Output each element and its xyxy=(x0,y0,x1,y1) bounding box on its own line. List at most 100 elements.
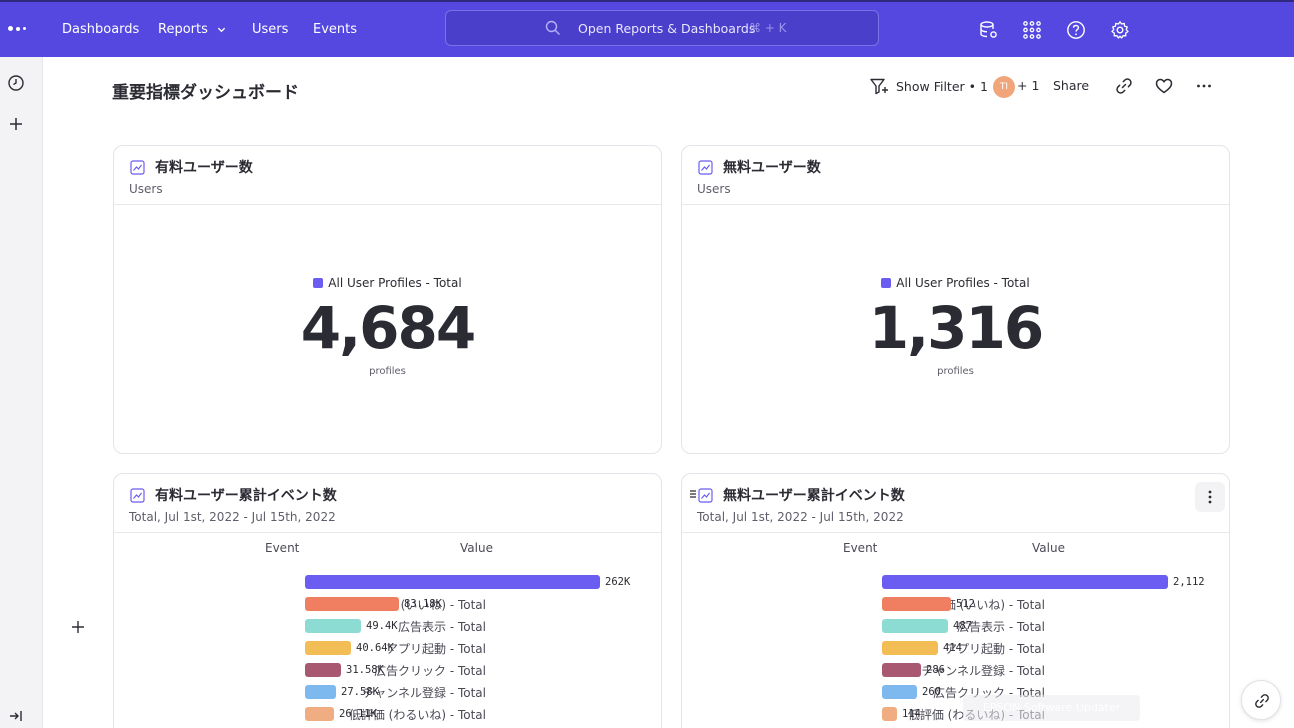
value-label: 114 xyxy=(902,708,921,720)
free-users-card[interactable]: 無料ユーザー数 Users All User Profiles - Total … xyxy=(681,145,1230,454)
left-rail xyxy=(0,57,43,728)
add-icon[interactable] xyxy=(7,115,25,133)
value-bar xyxy=(305,641,351,655)
table-row[interactable]: アプリ起動 - Total 40.64K xyxy=(114,639,661,657)
card-title[interactable]: 無料ユーザー数 xyxy=(723,157,821,177)
table-row[interactable]: アプリ起動 - Total 414 xyxy=(682,639,1229,657)
apps-grid-icon[interactable] xyxy=(1022,20,1042,40)
table-row[interactable]: 低評価 (わるいね) - Total 26.11K xyxy=(114,705,661,723)
share-button[interactable]: Share xyxy=(1053,78,1089,93)
paid-users-card[interactable]: 有料ユーザー数 Users All User Profiles - Total … xyxy=(113,145,662,454)
nav-dashboards[interactable]: Dashboards xyxy=(62,22,139,37)
help-icon[interactable] xyxy=(1066,20,1086,40)
column-header-event[interactable]: Event xyxy=(843,541,877,555)
card-subtitle: Users xyxy=(129,182,163,196)
nav-reports[interactable]: Reports xyxy=(158,22,226,37)
event-label: アプリ起動 - Total xyxy=(945,642,1045,656)
value-label: 487 xyxy=(953,620,972,632)
card-title[interactable]: 有料ユーザー累計イベント数 xyxy=(155,485,337,505)
card-title[interactable]: 無料ユーザー累計イベント数 xyxy=(723,485,905,505)
metric-legend: All User Profiles - Total xyxy=(114,276,661,290)
event-label: アプリ起動 - Total xyxy=(386,642,486,656)
table-row[interactable]: 高評価 (いいね) - Total 512 xyxy=(682,595,1229,613)
table-row[interactable]: 広告表示 - Total 49.4K xyxy=(114,617,661,635)
free-events-card[interactable]: 無料ユーザー累計イベント数 Total, Jul 1st, 2022 - Jul… xyxy=(681,473,1230,728)
card-subtitle: Total, Jul 1st, 2022 - Jul 15th, 2022 xyxy=(697,510,904,524)
value-bar xyxy=(305,707,334,721)
legend-swatch xyxy=(313,278,324,288)
metric-unit: profiles xyxy=(937,366,974,377)
settings-gear-icon[interactable] xyxy=(1110,20,1130,40)
expand-sidebar-icon[interactable] xyxy=(7,707,25,725)
search-icon xyxy=(545,20,560,35)
database-settings-icon[interactable] xyxy=(979,20,999,40)
event-label: 広告表示 - Total xyxy=(957,620,1045,634)
table-row[interactable]: 広告クリック - Total 31.58K xyxy=(114,661,661,679)
table-row[interactable]: チャンネル登録 - Total 27.58K xyxy=(114,683,661,701)
value-label: 83.18K xyxy=(404,598,442,610)
value-bar xyxy=(882,575,1168,589)
page-title: 重要指標ダッシュボード xyxy=(112,83,299,103)
history-clock-icon[interactable] xyxy=(7,74,25,92)
event-label: 高評価 (いいね) - Total xyxy=(919,598,1045,612)
value-bar xyxy=(882,597,951,611)
app-logo-icon[interactable] xyxy=(8,21,34,35)
metric-value: 1,316 xyxy=(868,294,1044,362)
card-divider xyxy=(114,532,661,533)
metric-value: 4,684 xyxy=(300,294,476,362)
value-bar xyxy=(305,597,399,611)
nav-users[interactable]: Users xyxy=(252,22,288,37)
table-row[interactable]: 低評価 (わるいね) - Total114 xyxy=(682,705,1229,723)
value-label: 262K xyxy=(605,576,631,588)
column-header-value[interactable]: Value xyxy=(460,541,493,555)
card-subtitle: Users xyxy=(697,182,731,196)
search-placeholder: Open Reports & Dashboards xyxy=(578,21,756,36)
line-chart-icon xyxy=(698,488,713,503)
nav-events[interactable]: Events xyxy=(313,22,357,37)
search-input[interactable]: Open Reports & Dashboards ⌘ + K xyxy=(445,10,879,46)
favorite-heart-icon[interactable] xyxy=(1155,77,1173,95)
card-title[interactable]: 有料ユーザー数 xyxy=(155,157,253,177)
top-nav-bar: Dashboards Reports Users Events Open Rep… xyxy=(0,0,1294,57)
link-icon[interactable] xyxy=(1115,77,1133,95)
value-label: 260 xyxy=(922,686,941,698)
table-row[interactable]: 動画視聴 - Total262K xyxy=(114,573,661,591)
copy-link-button[interactable] xyxy=(1241,680,1281,720)
table-row[interactable]: 広告表示 - Total 487 xyxy=(682,617,1229,635)
legend-swatch xyxy=(881,278,892,288)
card-divider xyxy=(114,204,661,205)
value-label: 31.58K xyxy=(346,664,384,676)
table-row[interactable]: チャンネル登録 - Total 286 xyxy=(682,661,1229,679)
drag-handle-icon[interactable] xyxy=(689,489,697,499)
value-bar xyxy=(305,663,341,677)
avatar[interactable]: TI xyxy=(993,76,1015,98)
line-chart-icon xyxy=(130,160,145,175)
value-label: 27.58K xyxy=(341,686,379,698)
card-subtitle: Total, Jul 1st, 2022 - Jul 15th, 2022 xyxy=(129,510,336,524)
value-bar xyxy=(882,707,897,721)
value-bar xyxy=(305,685,336,699)
value-label: 26.11K xyxy=(339,708,377,720)
event-label: チャンネル登録 - Total xyxy=(362,686,486,700)
chevron-down-icon xyxy=(217,27,226,33)
more-options-icon[interactable] xyxy=(1195,77,1213,95)
card-divider xyxy=(682,532,1229,533)
add-row-icon[interactable] xyxy=(70,619,86,635)
card-menu-button[interactable] xyxy=(1195,482,1225,512)
vertical-more-icon xyxy=(1208,490,1212,504)
filter-icon xyxy=(870,78,888,95)
column-header-value[interactable]: Value xyxy=(1032,541,1065,555)
table-row[interactable]: 広告クリック - Total 260 xyxy=(682,683,1229,701)
value-label: 40.64K xyxy=(356,642,394,654)
shared-users-count[interactable]: + 1 xyxy=(1017,78,1039,93)
show-filter-button[interactable]: Show Filter • 1 xyxy=(870,78,988,95)
table-row[interactable]: 動画視聴 - Total2,112 xyxy=(682,573,1229,591)
line-chart-icon xyxy=(130,488,145,503)
table-row[interactable]: 高評価 (いいね) - Total 83.18K xyxy=(114,595,661,613)
value-bar xyxy=(882,619,948,633)
value-bar xyxy=(882,641,938,655)
value-label: 49.4K xyxy=(366,620,398,632)
paid-events-card[interactable]: 有料ユーザー累計イベント数 Total, Jul 1st, 2022 - Jul… xyxy=(113,473,662,728)
value-bar xyxy=(882,685,917,699)
column-header-event[interactable]: Event xyxy=(265,541,299,555)
